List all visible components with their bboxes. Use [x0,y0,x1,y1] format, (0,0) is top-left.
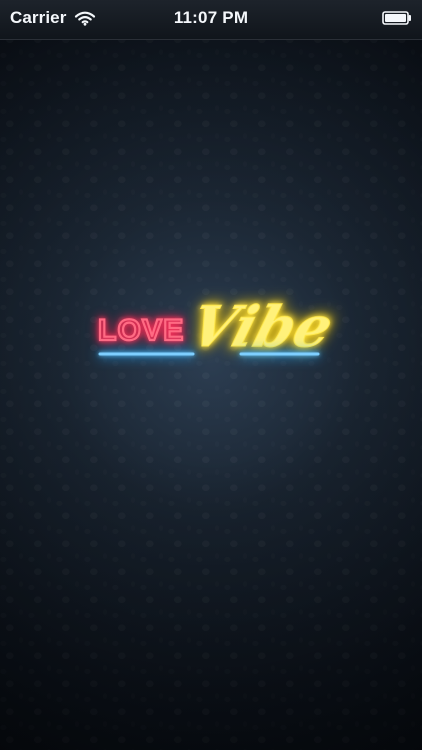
logo-word-vibe: Vibe [183,294,340,360]
splash-screen: Carrier 11:07 PM LOVE Vibe [0,0,422,750]
logo-graphic: LOVE Vibe [97,294,341,361]
wifi-icon [75,11,96,26]
status-bar: Carrier 11:07 PM [0,0,422,40]
love-vibe-logo: LOVE Vibe [94,294,341,379]
battery-icon [382,11,411,25]
carrier-label: Carrier [10,8,67,27]
logo-word-love: LOVE [98,314,184,347]
status-left-group: Carrier [10,8,96,28]
status-time: 11:07 PM [173,8,249,27]
